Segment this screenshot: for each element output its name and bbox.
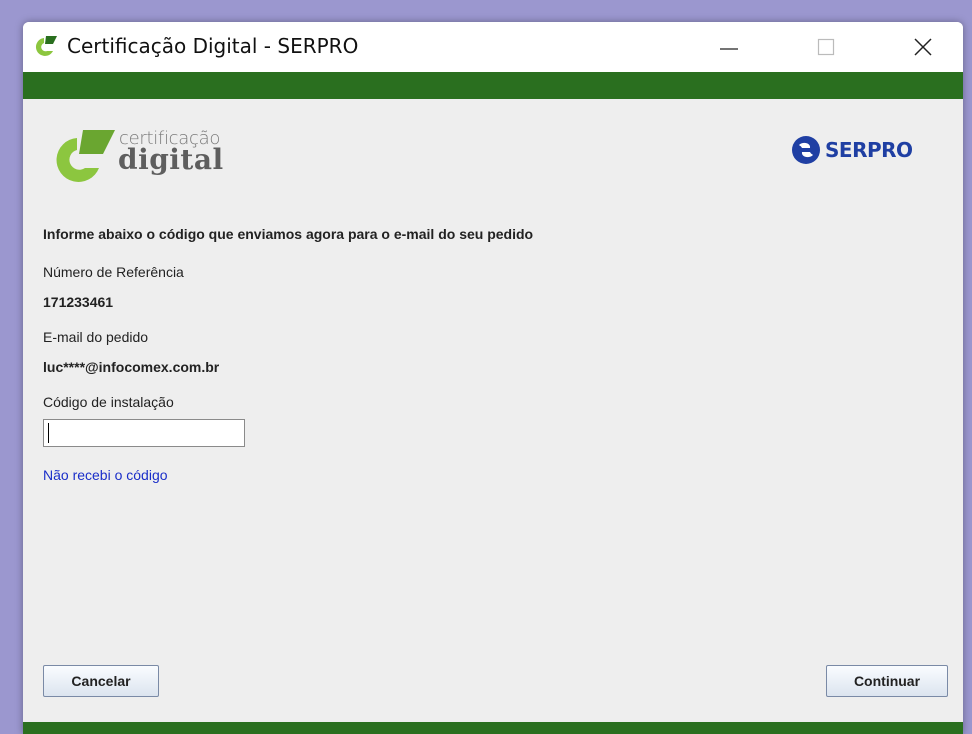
- installation-code-input[interactable]: [43, 419, 245, 447]
- maximize-button[interactable]: [797, 22, 855, 72]
- code-label: Código de instalação: [43, 394, 174, 410]
- dialog-window: Certificação Digital - SERPRO certificaç…: [23, 22, 963, 734]
- logo-text-big: digital: [118, 143, 224, 176]
- window-title: Certificação Digital - SERPRO: [67, 34, 359, 58]
- minimize-icon: [720, 48, 738, 50]
- reference-value: 171233461: [43, 294, 114, 310]
- maximize-icon: [817, 38, 835, 56]
- serpro-logo: SERPRO: [791, 135, 913, 165]
- cancel-button[interactable]: Cancelar: [43, 665, 159, 697]
- title-bar[interactable]: Certificação Digital - SERPRO: [23, 22, 963, 72]
- text-caret: [48, 423, 49, 443]
- email-label: E-mail do pedido: [43, 329, 149, 345]
- serpro-logo-text: SERPRO: [825, 138, 913, 162]
- close-icon: [914, 38, 932, 56]
- footer-band: [23, 722, 963, 734]
- email-value: luc****@infocomex.com.br: [43, 359, 220, 375]
- app-logo-icon: [35, 36, 57, 56]
- continue-button[interactable]: Continuar: [826, 665, 948, 697]
- minimize-button[interactable]: [700, 22, 758, 72]
- reference-label: Número de Referência: [43, 264, 184, 280]
- close-button[interactable]: [894, 22, 952, 72]
- serpro-logo-icon: [792, 136, 820, 164]
- instruction-text: Informe abaixo o código que enviamos ago…: [43, 226, 534, 242]
- header-band: [23, 72, 963, 99]
- resend-code-link[interactable]: Não recebi o código: [43, 467, 168, 483]
